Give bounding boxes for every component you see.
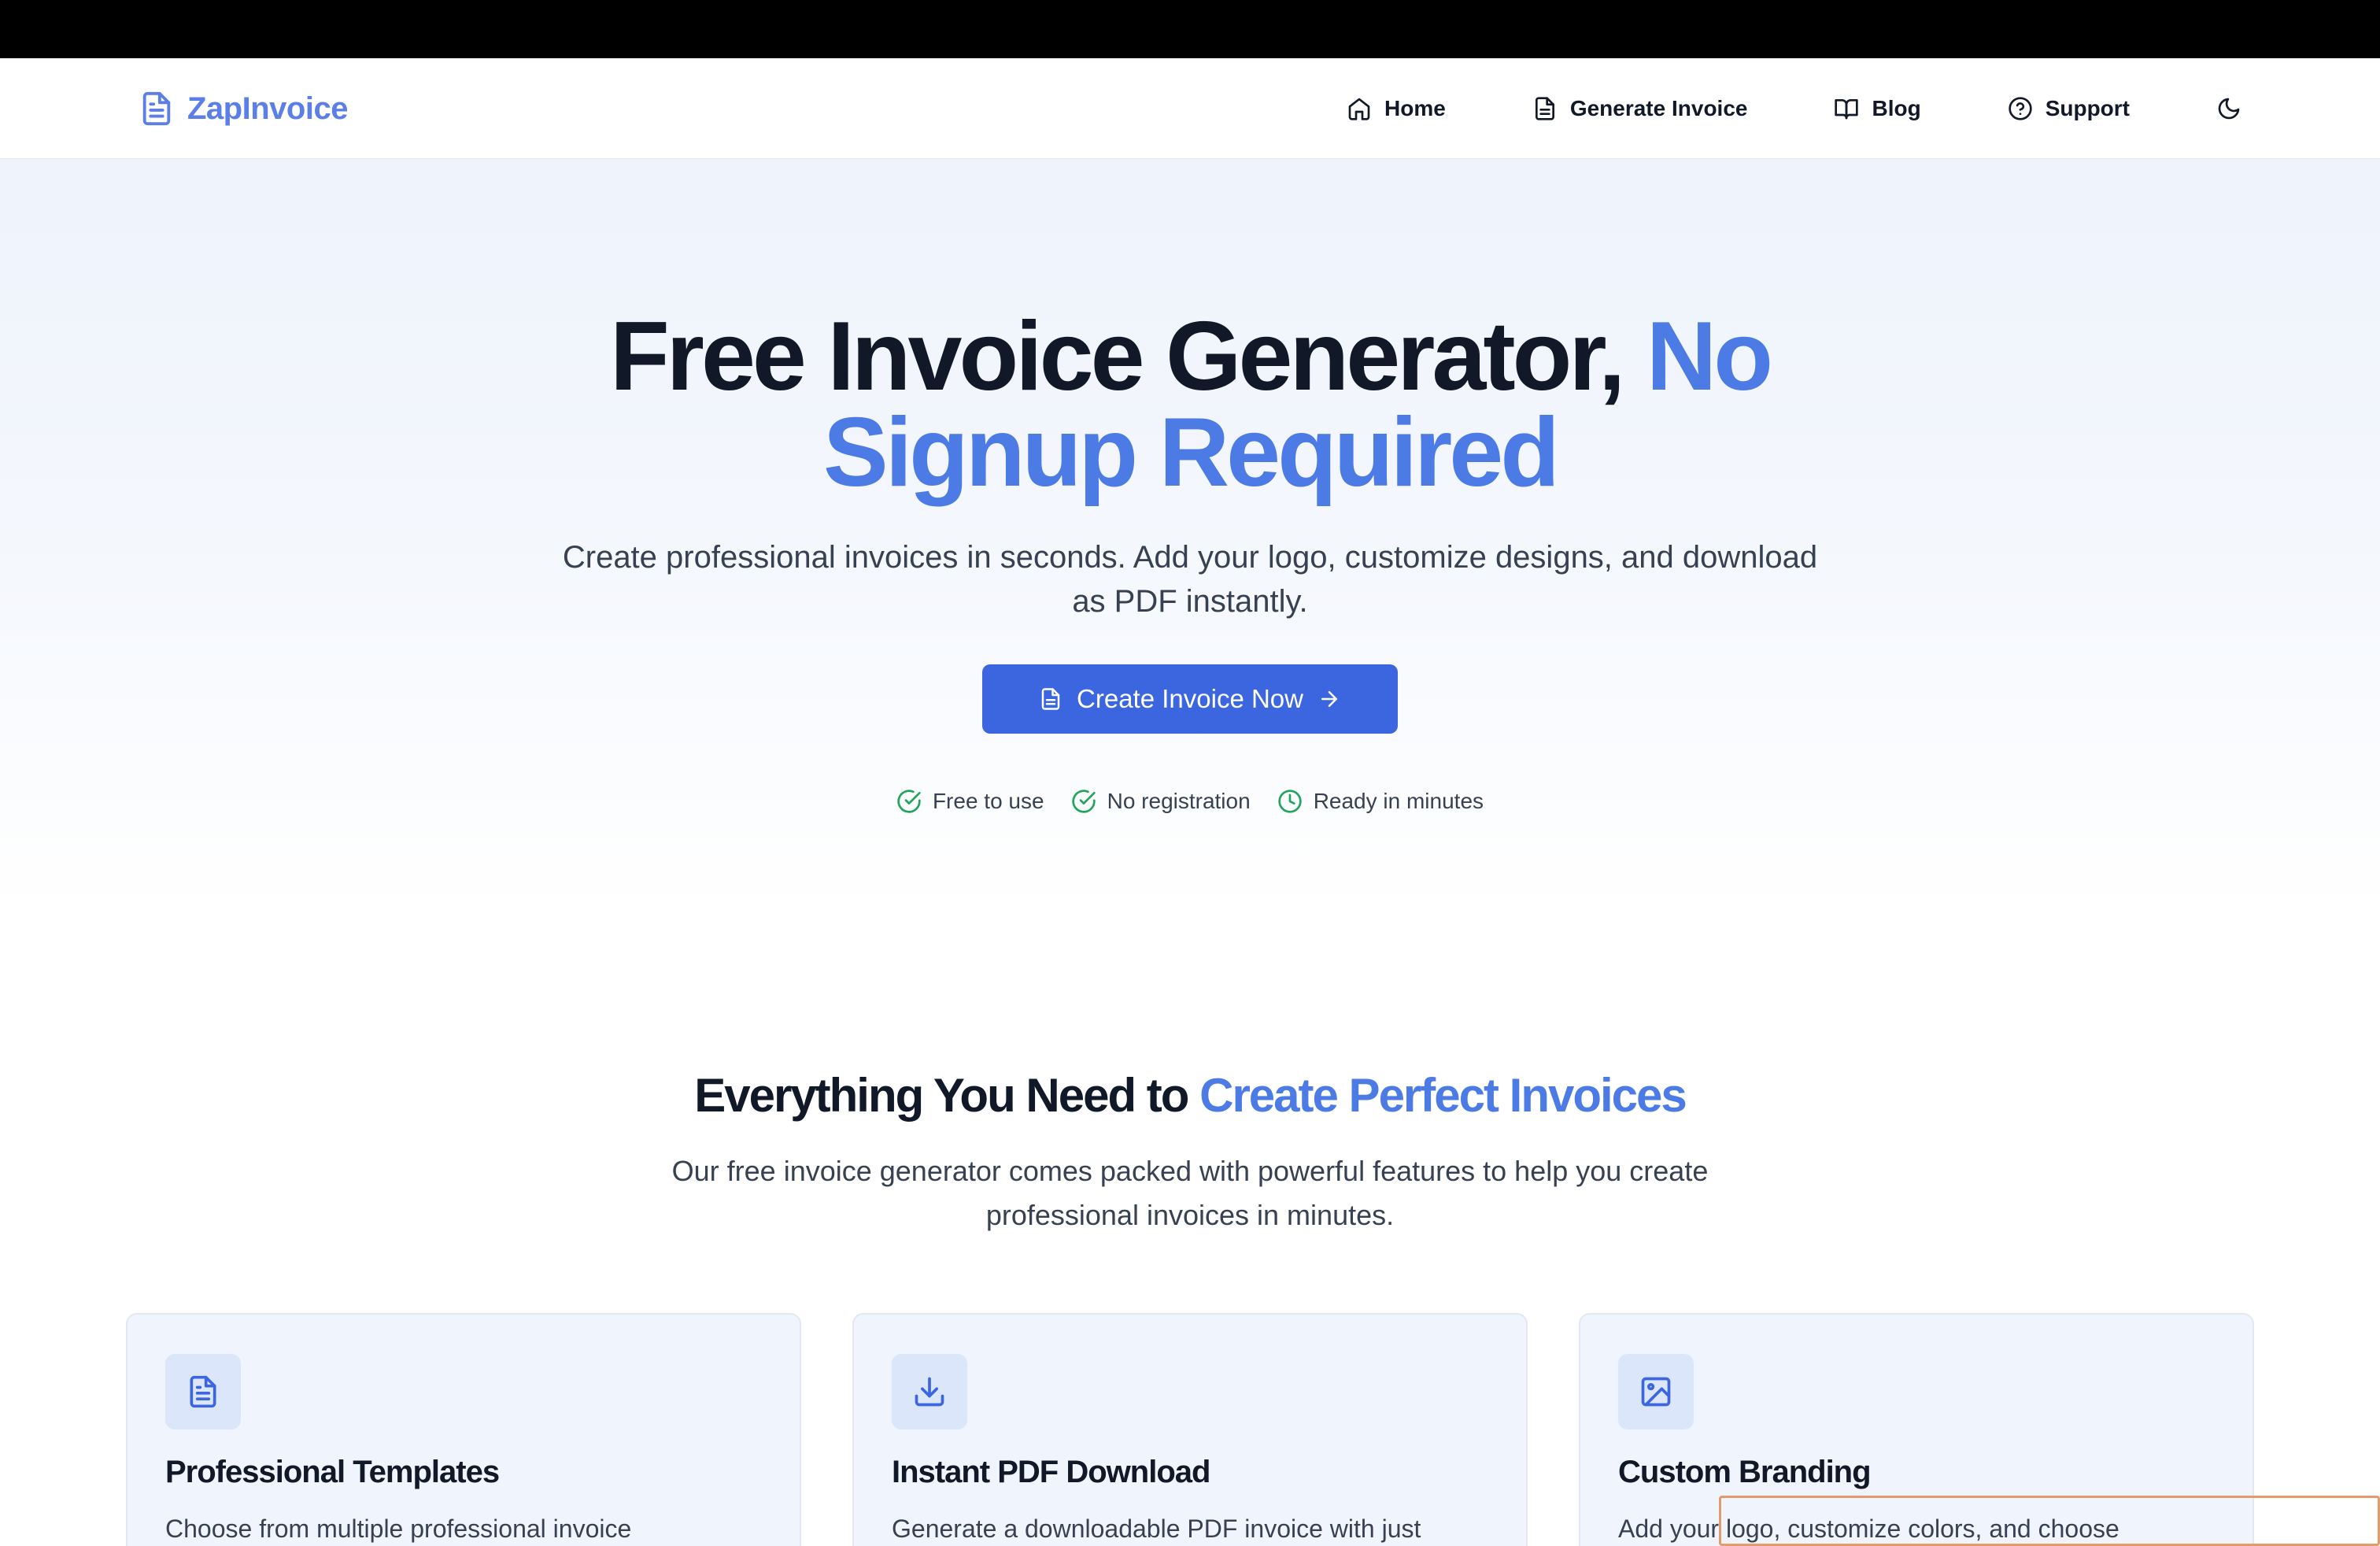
image-icon — [1639, 1374, 1673, 1409]
feature-card-title: Custom Branding — [1618, 1455, 1872, 1489]
feature-icon-box — [1618, 1354, 1694, 1429]
book-icon — [1834, 96, 1859, 121]
theme-toggle-button[interactable] — [2216, 96, 2241, 121]
feature-card-title: Professional Templates — [165, 1455, 500, 1489]
badge-ready: Ready in minutes — [1277, 789, 1484, 814]
hero-title-main: Free Invoice Generator, — [609, 302, 1625, 411]
badge-free-label: Free to use — [932, 789, 1044, 813]
hero-badges: Free to use No registration Ready in min… — [875, 784, 1505, 819]
nav-label-blog: Blog — [1872, 96, 1921, 120]
badge-no-registration-label: No registration — [1107, 789, 1251, 813]
nav-links: Home Generate Invoice Blog Support — [1347, 58, 2241, 159]
help-circle-icon — [2008, 96, 2033, 121]
nav-label-support: Support — [2045, 96, 2130, 120]
create-invoice-label: Create Invoice Now — [1077, 684, 1303, 713]
badge-no-registration: No registration — [1071, 789, 1251, 814]
window-top-bar — [0, 0, 2380, 58]
nav-item-home[interactable]: Home — [1347, 96, 1446, 121]
nav-item-generate-invoice[interactable]: Generate Invoice — [1532, 96, 1748, 121]
clock-icon — [1277, 789, 1303, 814]
feature-icon-box — [165, 1354, 241, 1429]
feature-card-description: Generate a downloadable PDF invoice with… — [892, 1515, 1421, 1543]
nav-item-support[interactable]: Support — [2008, 96, 2130, 121]
nav-item-blog[interactable]: Blog — [1834, 96, 1921, 121]
features-title-accent: Create Perfect Invoices — [1199, 1069, 1687, 1122]
nav-label-home: Home — [1384, 96, 1446, 120]
download-icon — [912, 1374, 947, 1409]
feature-card-description: Choose from multiple professional invoic… — [165, 1515, 632, 1543]
features-subtitle: Our free invoice generator comes packed … — [671, 1155, 1709, 1231]
feature-card-templates: Professional Templates Choose from multi… — [126, 1313, 801, 1546]
feature-card-title: Instant PDF Download — [892, 1455, 1210, 1489]
features-title-main: Everything You Need to — [694, 1069, 1189, 1122]
feature-icon-box — [892, 1354, 967, 1429]
document-icon — [139, 91, 175, 127]
feature-card-pdf: Instant PDF Download Generate a download… — [852, 1313, 1528, 1546]
hero-title: Free Invoice Generator, No Signup Requir… — [403, 308, 1977, 501]
brand-logo-link[interactable]: ZapInvoice — [139, 58, 348, 159]
moon-icon — [2216, 96, 2241, 121]
nav-label-generate-invoice: Generate Invoice — [1569, 96, 1748, 120]
check-circle-icon — [896, 789, 922, 814]
document-icon — [1039, 687, 1062, 711]
home-icon — [1347, 96, 1372, 121]
arrow-right-icon — [1318, 687, 1341, 711]
create-invoice-button[interactable]: Create Invoice Now — [982, 664, 1398, 734]
feature-card-branding: Custom Branding Add your logo, customize… — [1579, 1313, 2254, 1546]
check-circle-icon — [1071, 789, 1096, 814]
hero-section: Free Invoice Generator, No Signup Requir… — [0, 159, 2380, 915]
badge-free: Free to use — [896, 789, 1044, 814]
hero-title-accent-1: No — [1646, 302, 1773, 411]
document-icon — [1532, 96, 1558, 121]
hero-subtitle: Create professional invoices in seconds.… — [562, 540, 1818, 619]
feature-card-description: Add your logo, customize colors, and cho… — [1618, 1515, 2119, 1543]
navbar: ZapInvoice Home Generate Invoice Blog Su… — [0, 58, 2380, 159]
hero-title-accent-2: Signup Required — [823, 398, 1560, 507]
features-title: Everything You Need to Create Perfect In… — [403, 1063, 1977, 1129]
brand-name: ZapInvoice — [187, 91, 348, 126]
document-icon — [186, 1374, 220, 1409]
badge-ready-label: Ready in minutes — [1313, 789, 1484, 813]
